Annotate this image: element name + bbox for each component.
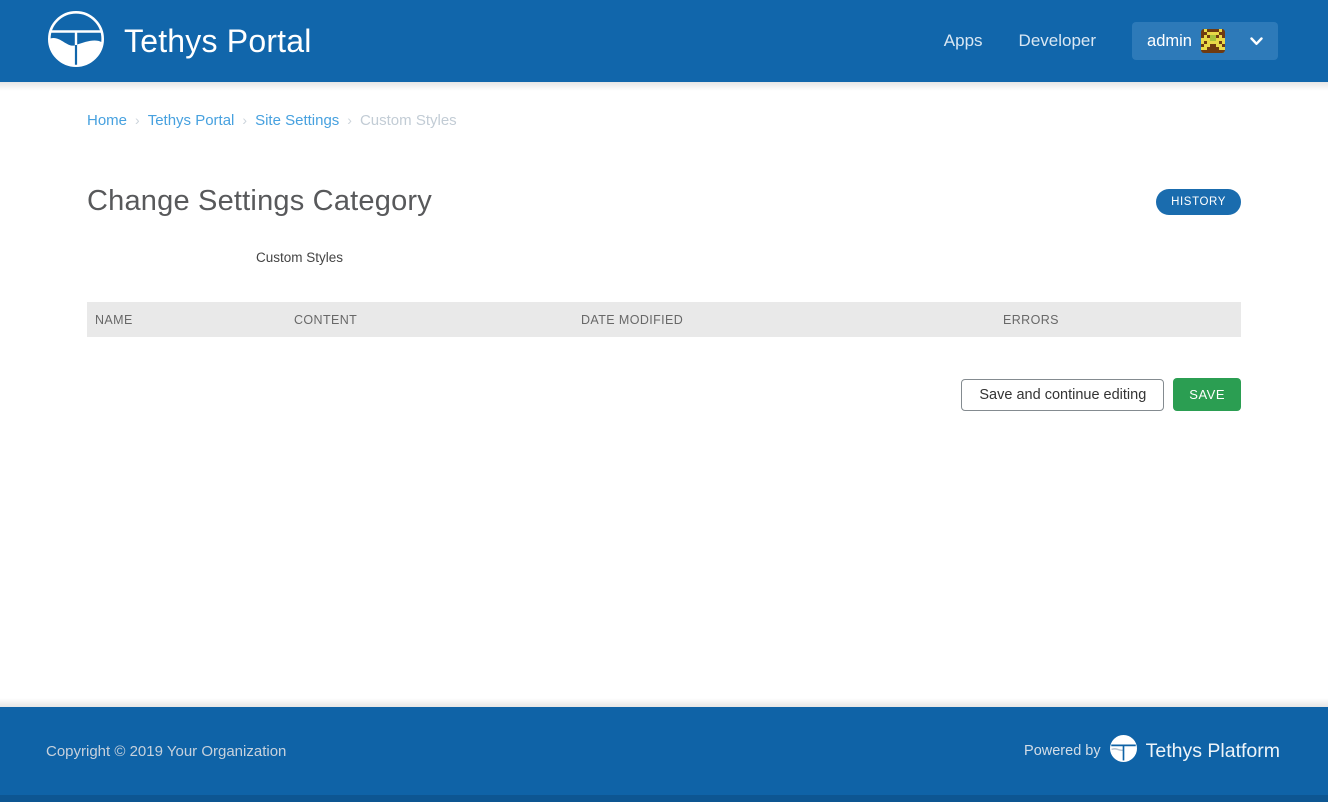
user-avatar	[1201, 29, 1225, 53]
nav-developer[interactable]: Developer	[1019, 31, 1097, 51]
user-dropdown[interactable]: admin	[1132, 22, 1278, 60]
column-content: CONTENT	[294, 312, 358, 327]
copyright-text: Copyright © 2019 Your Organization	[46, 742, 287, 760]
powered-by-label: Powered by	[1024, 743, 1101, 759]
tethys-logo-icon	[46, 9, 106, 74]
tethys-platform-logo-icon	[1109, 735, 1137, 767]
footer: Copyright © 2019 Your Organization Power…	[0, 707, 1328, 802]
category-name-field: Custom Styles	[87, 250, 1241, 265]
breadcrumb-current: Custom Styles	[359, 112, 457, 129]
form-actions: Save and continue editing SAVE	[87, 378, 1241, 411]
save-and-continue-button[interactable]: Save and continue editing	[961, 378, 1165, 411]
breadcrumb-site-settings[interactable]: Site Settings	[255, 112, 339, 129]
nav-apps[interactable]: Apps	[944, 31, 983, 51]
column-date-modified: DATE MODIFIED	[581, 312, 684, 327]
column-name: NAME	[95, 312, 133, 327]
history-button[interactable]: HISTORY	[1156, 188, 1241, 215]
breadcrumb: Home › Tethys Portal › Site Settings › Custom …	[87, 82, 1241, 129]
settings-table-header: NAME CONTENT DATE MODIFIED ERRORS	[87, 302, 1241, 337]
save-button[interactable]: SAVE	[1173, 378, 1241, 411]
column-errors: ERRORS	[1003, 312, 1059, 327]
page-title: Change Settings Category	[87, 185, 432, 217]
main-content: Home › Tethys Portal › Site Settings › Custom …	[0, 82, 1328, 707]
top-nav: Apps Developer admin	[944, 22, 1278, 60]
breadcrumb-home[interactable]: Home	[87, 112, 127, 129]
header: Tethys Portal Apps Developer admin	[0, 0, 1328, 82]
chevron-down-icon	[1250, 36, 1263, 46]
breadcrumb-separator: ›	[242, 112, 248, 128]
title-row: Change Settings Category HISTORY	[87, 185, 1241, 218]
powered-by-block: Powered by Tethys Platform	[1024, 735, 1280, 767]
username: admin	[1147, 31, 1192, 50]
breadcrumb-separator: ›	[135, 112, 140, 128]
tethys-platform-link[interactable]: Tethys Platform	[1146, 740, 1280, 763]
breadcrumb-tethys-portal[interactable]: Tethys Portal	[148, 112, 235, 129]
category-name-value: Custom Styles	[256, 250, 344, 265]
breadcrumb-separator: ›	[347, 112, 352, 128]
brand[interactable]: Tethys Portal	[46, 9, 312, 74]
brand-title: Tethys Portal	[124, 22, 312, 59]
